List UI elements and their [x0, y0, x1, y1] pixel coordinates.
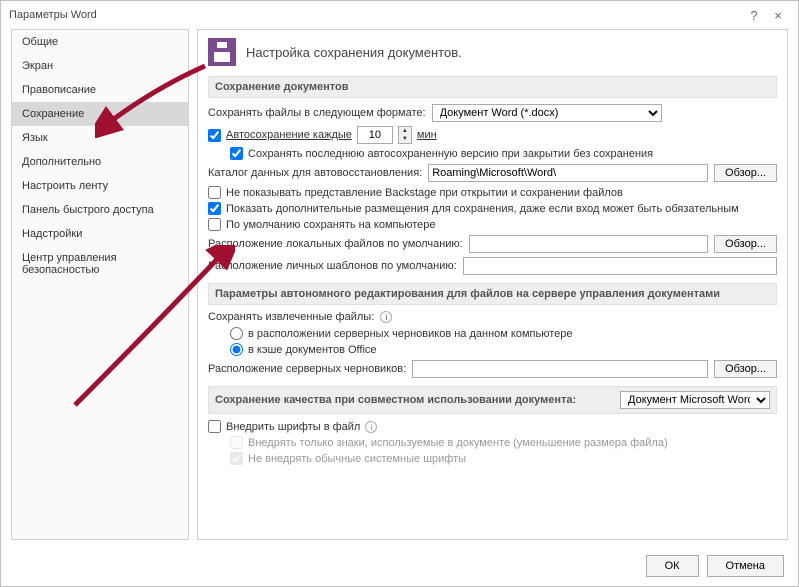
content-pane: Настройка сохранения документов. Сохране… [197, 29, 788, 540]
sidebar-item[interactable]: Панель быстрого доступа [12, 198, 188, 222]
dialog-footer: ОК Отмена [1, 546, 798, 586]
no-backstage-checkbox[interactable] [208, 186, 221, 199]
show-additional-label: Показать дополнительные размещения для с… [226, 203, 739, 215]
sidebar-item[interactable]: Общие [12, 30, 188, 54]
sidebar-item[interactable]: Дополнительно [12, 150, 188, 174]
show-additional-checkbox[interactable] [208, 202, 221, 215]
embed-fonts-checkbox[interactable] [208, 420, 221, 433]
dialog-title: Параметры Word [9, 9, 742, 21]
format-select[interactable]: Документ Word (*.docx) [432, 104, 662, 122]
keep-last-label: Сохранять последнюю автосохраненную верс… [248, 148, 653, 160]
local-files-input[interactable] [469, 235, 708, 253]
drafts-browse-button[interactable]: Обзор... [714, 360, 777, 378]
help-icon[interactable]: ? [742, 8, 766, 23]
local-files-browse-button[interactable]: Обзор... [714, 235, 777, 253]
page-title: Настройка сохранения документов. [246, 45, 462, 60]
radio-server-drafts[interactable] [230, 327, 243, 340]
radio-server-label: в расположении серверных черновиков на д… [248, 328, 572, 340]
close-icon[interactable]: × [766, 8, 790, 23]
sidebar-item[interactable]: Экран [12, 54, 188, 78]
ok-button[interactable]: ОК [646, 555, 699, 577]
default-computer-checkbox[interactable] [208, 218, 221, 231]
autorecover-label: Каталог данных для автовосстановления: [208, 167, 422, 179]
radio-cache-label: в кэше документов Office [248, 344, 377, 356]
templates-label: Расположение личных шаблонов по умолчани… [208, 260, 457, 272]
drafts-input[interactable] [412, 360, 708, 378]
drafts-label: Расположение серверных черновиков: [208, 363, 406, 375]
titlebar: Параметры Word ? × [1, 1, 798, 29]
options-dialog: Параметры Word ? × ОбщиеЭкранПравописани… [0, 0, 799, 587]
cancel-button[interactable]: Отмена [707, 555, 784, 577]
autosave-label: Автосохранение каждые [226, 129, 352, 141]
info-icon[interactable]: i [365, 421, 377, 433]
local-files-label: Расположение локальных файлов по умолчан… [208, 238, 463, 250]
embed-used-checkbox [230, 436, 243, 449]
checked-out-label: Сохранять извлеченные файлы: [208, 311, 374, 323]
no-backstage-label: Не показывать представление Backstage пр… [226, 187, 623, 199]
info-icon[interactable]: i [380, 311, 392, 323]
section-fidelity: Сохранение качества при совместном испол… [208, 386, 777, 414]
autosave-spinner[interactable]: ▲▼ [398, 126, 412, 144]
fidelity-doc-select[interactable]: Документ Microsoft Word [620, 391, 770, 409]
sidebar-item[interactable]: Центр управления безопасностью [12, 246, 188, 282]
radio-office-cache[interactable] [230, 343, 243, 356]
sidebar-item[interactable]: Надстройки [12, 222, 188, 246]
default-computer-label: По умолчанию сохранять на компьютере [226, 219, 435, 231]
save-disk-icon [208, 38, 236, 66]
embed-used-label: Внедрять только знаки, используемые в до… [248, 437, 668, 449]
keep-last-checkbox[interactable] [230, 147, 243, 160]
templates-input[interactable] [463, 257, 777, 275]
format-label: Сохранять файлы в следующем формате: [208, 107, 426, 119]
category-sidebar: ОбщиеЭкранПравописаниеСохранениеЯзыкДопо… [11, 29, 189, 540]
autosave-checkbox[interactable] [208, 129, 221, 142]
embed-fonts-label: Внедрить шрифты в файл [226, 421, 360, 433]
autosave-minutes-input[interactable] [357, 126, 393, 144]
no-system-fonts-checkbox [230, 452, 243, 465]
section-offline: Параметры автономного редактирования для… [208, 283, 777, 305]
autorecover-browse-button[interactable]: Обзор... [714, 164, 777, 182]
section-save-documents: Сохранение документов [208, 76, 777, 98]
autosave-unit: мин [417, 129, 437, 141]
sidebar-item[interactable]: Правописание [12, 78, 188, 102]
sidebar-item[interactable]: Язык [12, 126, 188, 150]
sidebar-item[interactable]: Настроить ленту [12, 174, 188, 198]
autorecover-path-input[interactable] [428, 164, 708, 182]
no-system-fonts-label: Не внедрять обычные системные шрифты [248, 453, 466, 465]
fidelity-title: Сохранение качества при совместном испол… [215, 394, 576, 406]
sidebar-item[interactable]: Сохранение [12, 102, 188, 126]
